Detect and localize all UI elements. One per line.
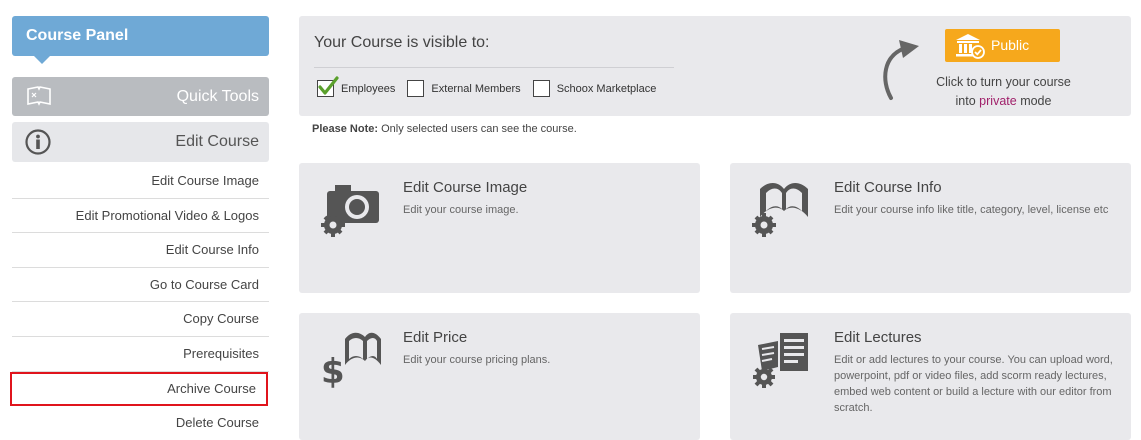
card-description: Edit your course pricing plans. bbox=[403, 354, 551, 366]
book-icon bbox=[27, 86, 51, 106]
menu-item-edit-course-info[interactable]: Edit Course Info bbox=[12, 233, 269, 268]
camera-gear-icon bbox=[321, 185, 379, 237]
card-description: Edit or add lectures to your course. You… bbox=[834, 354, 1113, 414]
note-line: Click to turn your course bbox=[936, 75, 1071, 89]
checkbox-label: Schoox Marketplace bbox=[556, 82, 657, 95]
dollar-book-icon: $ bbox=[321, 332, 381, 389]
checkmark-icon bbox=[318, 76, 339, 95]
edit-course-menu: Edit Course Image Edit Promotional Video… bbox=[10, 164, 269, 440]
checkbox-box[interactable] bbox=[407, 80, 425, 97]
quick-tools-button[interactable]: Quick Tools bbox=[12, 77, 269, 116]
please-note: Please Note: Only selected users can see… bbox=[312, 123, 577, 135]
card-description: Edit your course image. bbox=[403, 204, 519, 216]
checkbox-employees[interactable]: Employees bbox=[317, 76, 396, 97]
divider bbox=[314, 67, 674, 68]
menu-item-archive-course[interactable]: Archive Course bbox=[10, 371, 268, 407]
quick-tools-label: Quick Tools bbox=[176, 88, 259, 105]
visibility-panel: Your Course is visible to: Employees Ext… bbox=[299, 16, 1131, 116]
private-link[interactable]: private bbox=[979, 94, 1017, 108]
menu-item-copy-course[interactable]: Copy Course bbox=[12, 302, 269, 337]
note-word: mode bbox=[1020, 94, 1052, 108]
card-edit-price[interactable]: $ Edit Price Edit your course pricing pl… bbox=[299, 313, 700, 440]
course-panel-header: Course Panel bbox=[12, 16, 269, 64]
note-word: into bbox=[955, 94, 976, 108]
please-note-text: Only selected users can see the course. bbox=[381, 123, 577, 135]
edit-course-label: Edit Course bbox=[175, 133, 259, 150]
card-title: Edit Course Info bbox=[834, 179, 942, 196]
menu-item-go-to-course-card[interactable]: Go to Course Card bbox=[12, 268, 269, 303]
card-title: Edit Lectures bbox=[834, 329, 922, 346]
card-title: Edit Price bbox=[403, 329, 468, 346]
bank-check-icon bbox=[956, 34, 985, 59]
card-title: Edit Course Image bbox=[403, 179, 528, 196]
checkbox-box[interactable] bbox=[317, 76, 339, 97]
info-icon bbox=[25, 129, 51, 155]
menu-item-edit-course-image[interactable]: Edit Course Image bbox=[12, 164, 269, 199]
checkbox-box[interactable] bbox=[532, 80, 550, 97]
menu-item-delete-course[interactable]: Delete Course bbox=[12, 406, 269, 440]
card-edit-course-image[interactable]: Edit Course Image Edit your course image… bbox=[299, 163, 700, 293]
checkbox-external-members[interactable]: External Members bbox=[407, 80, 521, 97]
public-button-label: Public bbox=[991, 37, 1030, 53]
visibility-toggle-note: Click to turn your course into private m… bbox=[921, 73, 1086, 111]
document-gear-icon bbox=[753, 333, 808, 388]
svg-text:$: $ bbox=[321, 352, 345, 389]
checkbox-label: Employees bbox=[341, 82, 396, 95]
card-edit-lectures[interactable]: Edit Lectures Edit or add lectures to yo… bbox=[730, 313, 1131, 440]
edit-course-button[interactable]: Edit Course bbox=[12, 122, 269, 162]
visibility-options: Employees External Members Schoox Market… bbox=[317, 76, 668, 97]
please-note-label: Please Note: bbox=[312, 123, 379, 135]
checkbox-schoox-marketplace[interactable]: Schoox Marketplace bbox=[532, 80, 657, 97]
card-edit-course-info[interactable]: Edit Course Info Edit your course info l… bbox=[730, 163, 1131, 293]
public-button[interactable]: Public bbox=[945, 29, 1060, 62]
menu-item-prerequisites[interactable]: Prerequisites bbox=[12, 337, 269, 372]
book-gear-icon bbox=[752, 183, 808, 237]
checkbox-label: External Members bbox=[431, 82, 521, 95]
menu-item-edit-promo-video[interactable]: Edit Promotional Video & Logos bbox=[12, 199, 269, 234]
visibility-title: Your Course is visible to: bbox=[314, 34, 490, 51]
card-description: Edit your course info like title, catego… bbox=[834, 204, 1109, 216]
